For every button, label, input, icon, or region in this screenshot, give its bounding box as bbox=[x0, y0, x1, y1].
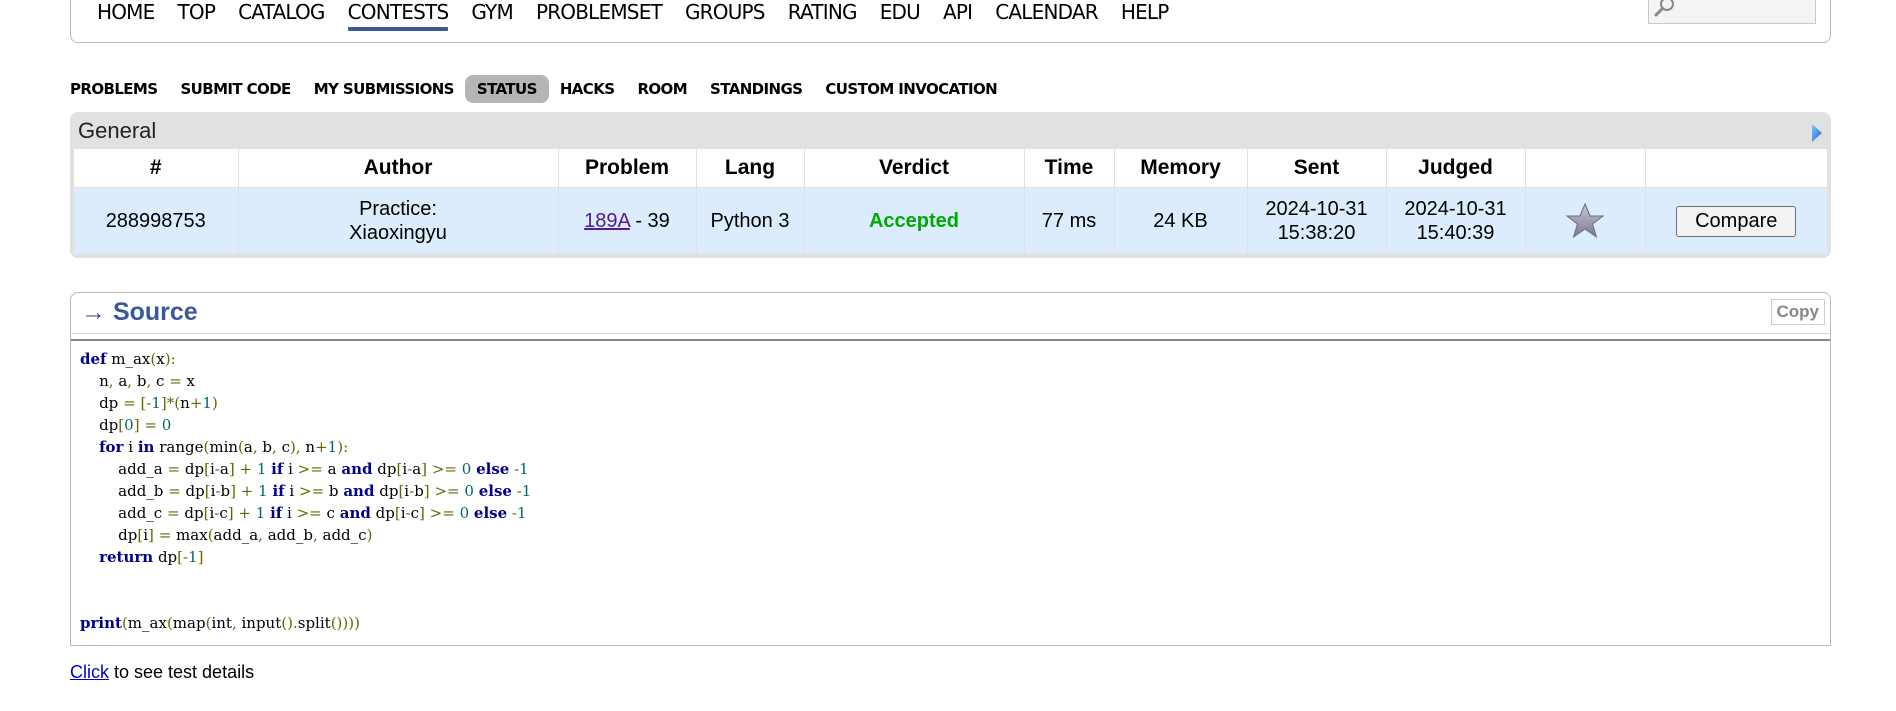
nav-item-gym[interactable]: GYM bbox=[471, 0, 513, 24]
header-problem: Problem bbox=[558, 149, 697, 188]
header-lang: Lang bbox=[696, 149, 805, 188]
search-icon bbox=[1654, 0, 1674, 17]
verdict-cell: Accepted bbox=[804, 187, 1025, 254]
code-line: add_c = dp[i-c] + 1 if i >= c and dp[i-c… bbox=[118, 504, 527, 522]
source-title: → Source bbox=[81, 298, 198, 326]
nav-item-home[interactable]: HOME bbox=[97, 0, 155, 24]
sent-date: 2024-10-31 bbox=[1265, 198, 1368, 220]
tab-problems[interactable]: PROBLEMS bbox=[70, 76, 158, 102]
code-line: add_b = dp[i-b] + 1 if i >= b and dp[i-b… bbox=[118, 482, 532, 500]
nav-item-groups[interactable]: GROUPS bbox=[685, 0, 766, 24]
general-box: General # Author Problem Lang Verdict Ti… bbox=[70, 112, 1831, 258]
header-compare bbox=[1645, 149, 1827, 188]
table-header-row: # Author Problem Lang Verdict Time Memor… bbox=[74, 149, 1827, 188]
header-verdict: Verdict bbox=[804, 149, 1025, 188]
tab-room[interactable]: ROOM bbox=[637, 76, 687, 102]
header-judged: Judged bbox=[1386, 149, 1526, 188]
header-author: Author bbox=[238, 149, 559, 188]
tab-my-submissions[interactable]: MY SUBMISSIONS bbox=[314, 76, 455, 102]
problem-cell: 189A - 39 bbox=[558, 187, 697, 254]
tab-status[interactable]: STATUS bbox=[464, 75, 549, 103]
nav-item-problemset[interactable]: PROBLEMSET bbox=[536, 0, 663, 24]
nav-item-catalog[interactable]: CATALOG bbox=[238, 0, 325, 24]
compare-cell: Compare bbox=[1645, 187, 1827, 254]
nav-item-contests[interactable]: CONTESTS bbox=[347, 0, 449, 31]
test-details-text: to see test details bbox=[109, 662, 255, 682]
time-cell: 77 ms bbox=[1024, 187, 1115, 254]
code-line: dp[i] = max(add_a, add_b, add_c) bbox=[118, 526, 373, 544]
main-menu: HOME TOP CATALOG CONTESTS GYM PROBLEMSET… bbox=[97, 0, 1192, 32]
header-favourite bbox=[1525, 149, 1646, 188]
source-box: → Source Copy def m_ax(x): n, a, b, c = … bbox=[70, 292, 1831, 646]
nav-item-api[interactable]: API bbox=[943, 0, 973, 24]
tab-hacks[interactable]: HACKS bbox=[560, 76, 615, 102]
compare-button[interactable]: Compare bbox=[1676, 205, 1797, 237]
sent-cell: 2024-10-31 15:38:20 bbox=[1247, 187, 1387, 254]
code-line: dp[0] = 0 bbox=[99, 416, 172, 434]
nav-item-help[interactable]: HELP bbox=[1121, 0, 1169, 24]
tab-standings[interactable]: STANDINGS bbox=[710, 76, 803, 102]
header-id: # bbox=[74, 149, 239, 188]
submission-table: # Author Problem Lang Verdict Time Memor… bbox=[74, 149, 1827, 254]
judged-date: 2024-10-31 bbox=[1404, 198, 1507, 220]
code-line: def m_ax(x): bbox=[80, 350, 176, 368]
source-header: → Source Copy bbox=[71, 293, 1830, 334]
test-details-line: Click to see test details bbox=[70, 662, 254, 683]
nav-item-top[interactable]: TOP bbox=[177, 0, 215, 24]
tab-custom-invocation[interactable]: CUSTOM INVOCATION bbox=[825, 76, 997, 102]
problem-link[interactable]: 189A bbox=[584, 210, 630, 232]
header-memory: Memory bbox=[1114, 149, 1248, 188]
code-line: dp = [-1]*(n+1) bbox=[99, 394, 218, 412]
nav-item-edu[interactable]: EDU bbox=[880, 0, 921, 24]
code-block[interactable]: def m_ax(x): n, a, b, c = x dp = [-1]*(n… bbox=[71, 339, 1830, 645]
problem-suffix: - 39 bbox=[629, 210, 670, 232]
contest-menu: PROBLEMS SUBMIT CODE MY SUBMISSIONS STAT… bbox=[70, 75, 1020, 103]
favourite-cell bbox=[1525, 187, 1646, 254]
judged-cell: 2024-10-31 15:40:39 bbox=[1386, 187, 1526, 254]
nav-item-rating[interactable]: RATING bbox=[788, 0, 858, 24]
code-line: return dp[-1] bbox=[99, 548, 204, 566]
code-line: add_a = dp[i-a] + 1 if i >= a and dp[i-a… bbox=[118, 460, 529, 478]
author-prefix: Practice: bbox=[359, 198, 437, 220]
general-title: General bbox=[78, 118, 157, 143]
tab-submit-code[interactable]: SUBMIT CODE bbox=[180, 76, 291, 102]
nav-item-calendar[interactable]: CALENDAR bbox=[995, 0, 1098, 24]
submission-id: 288998753 bbox=[74, 187, 239, 254]
code-line: print(m_ax(map(int, input().split()))) bbox=[80, 614, 360, 632]
search-input[interactable] bbox=[1648, 0, 1816, 24]
top-navigation: HOME TOP CATALOG CONTESTS GYM PROBLEMSET… bbox=[70, 0, 1831, 43]
author-cell: Practice: Xiaoxingyu bbox=[238, 187, 559, 254]
test-details-link[interactable]: Click bbox=[70, 662, 109, 682]
memory-cell: 24 KB bbox=[1114, 187, 1248, 254]
copy-button[interactable]: Copy bbox=[1770, 299, 1825, 325]
header-time: Time bbox=[1024, 149, 1115, 188]
table-row: 288998753 Practice: Xiaoxingyu 189A - 39… bbox=[74, 187, 1827, 254]
code-line: for i in range(min(a, b, c), n+1): bbox=[99, 438, 349, 456]
toggle-arrow-icon[interactable] bbox=[1811, 122, 1823, 144]
header-sent: Sent bbox=[1247, 149, 1387, 188]
judged-time: 15:40:39 bbox=[1416, 222, 1495, 244]
lang-cell: Python 3 bbox=[696, 187, 805, 254]
star-icon[interactable] bbox=[1565, 201, 1605, 241]
author-handle: Xiaoxingyu bbox=[349, 222, 447, 244]
code-line: n, a, b, c = x bbox=[99, 372, 196, 390]
sent-time: 15:38:20 bbox=[1277, 222, 1356, 244]
